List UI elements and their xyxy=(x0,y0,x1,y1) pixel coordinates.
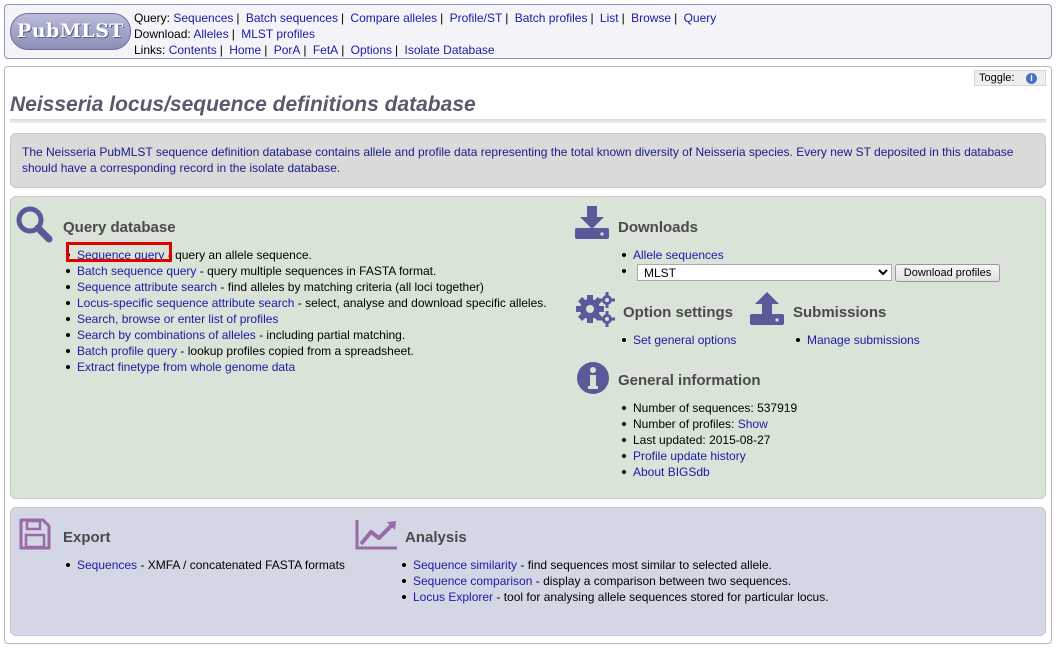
download-icon xyxy=(575,206,609,239)
query-list: Sequence query - query an allele sequenc… xyxy=(64,247,547,375)
sequence-query-highlight-box xyxy=(66,242,172,262)
options-list: Set general options xyxy=(620,332,736,348)
general-info-list: Number of sequences: 537919 Number of pr… xyxy=(620,400,797,480)
general-information-heading: General information xyxy=(618,372,761,389)
show-profiles-link[interactable]: Show xyxy=(738,417,768,431)
top-navigation-header: PubMLST Query: Sequences | Batch sequence… xyxy=(4,4,1052,59)
nav-link-profile-st[interactable]: Profile/ST xyxy=(450,11,503,25)
allele-sequences-link[interactable]: Allele sequences xyxy=(633,248,724,262)
list-item: Locus-specific sequence attribute search… xyxy=(64,295,547,311)
list-item: Last updated: 2015-08-27 xyxy=(620,432,797,448)
manage-submissions-link[interactable]: Manage submissions xyxy=(807,333,920,347)
list-item: Extract finetype from whole genome data xyxy=(64,359,547,375)
download-profiles-button[interactable]: Download profiles xyxy=(895,264,1000,282)
list-item: Batch profile query - lookup profiles co… xyxy=(64,343,547,359)
nav-link-batch-sequences[interactable]: Batch sequences xyxy=(246,11,338,25)
list-item: Sequence similarity - find sequences mos… xyxy=(400,557,829,573)
main-content: Toggle: i Neisseria locus/sequence defin… xyxy=(4,66,1052,644)
list-item: Search by combinations of alleles - incl… xyxy=(64,327,547,343)
nav-link-list[interactable]: List xyxy=(600,11,619,25)
list-item: Allele sequences xyxy=(620,247,724,263)
links-nav-line: Links: Contents | Home | PorA | FetA | Optio… xyxy=(134,43,495,57)
gears-icon xyxy=(576,292,615,327)
list-item: Manage submissions xyxy=(794,332,920,348)
list-item: Batch sequence query - query multiple se… xyxy=(64,263,547,279)
profile-update-history-link[interactable]: Profile update history xyxy=(633,449,746,463)
title-divider xyxy=(10,119,1046,123)
query-nav-line: Query: Sequences | Batch sequences | Compa… xyxy=(134,11,717,25)
num-sequences-value: 537919 xyxy=(757,401,798,415)
last-updated-value: 2015-08-27 xyxy=(709,433,771,447)
nav-link-batch-profiles[interactable]: Batch profiles xyxy=(515,11,588,25)
nav-link-home[interactable]: Home xyxy=(229,43,261,57)
nav-link-isolate-database[interactable]: Isolate Database xyxy=(404,43,494,57)
info-circle-icon xyxy=(577,362,609,394)
nav-link-feta[interactable]: FetA xyxy=(313,43,338,57)
locus-explorer-link[interactable]: Locus Explorer xyxy=(413,590,493,604)
query-database-heading: Query database xyxy=(63,219,176,236)
nav-link-pora[interactable]: PorA xyxy=(274,43,301,57)
search-icon xyxy=(16,206,53,243)
nav-link-query[interactable]: Query xyxy=(684,11,717,25)
list-item: Sequence comparison - display a comparis… xyxy=(400,573,829,589)
locus-specific-search-link[interactable]: Locus-specific sequence attribute search xyxy=(77,296,294,310)
toggle-help-button[interactable]: Toggle: i xyxy=(974,70,1046,86)
list-item: Sequence attribute search - find alleles… xyxy=(64,279,547,295)
batch-profile-query-link[interactable]: Batch profile query xyxy=(77,344,177,358)
export-heading: Export xyxy=(63,529,111,546)
export-sequences-link[interactable]: Sequences xyxy=(77,558,137,572)
analysis-list: Sequence similarity - find sequences mos… xyxy=(400,557,829,605)
nav-link-options[interactable]: Options xyxy=(351,43,392,57)
nav-link-compare-alleles[interactable]: Compare alleles xyxy=(350,11,437,25)
list-item: Number of profiles: Show xyxy=(620,416,797,432)
export-analysis-panel: Export Sequences - XMFA / concatenated F… xyxy=(10,507,1046,636)
info-icon: i xyxy=(1026,73,1037,84)
list-item: About BIGSdb xyxy=(620,464,797,480)
profiles-search-link[interactable]: Search, browse or enter list of profiles xyxy=(77,312,278,326)
about-bigsdb-link[interactable]: About BIGSdb xyxy=(633,465,710,479)
intro-panel: The Neisseria PubMLST sequence definitio… xyxy=(10,133,1046,188)
list-item: Search, browse or enter list of profiles xyxy=(64,311,547,327)
submissions-list: Manage submissions xyxy=(794,332,920,348)
intro-text: The Neisseria PubMLST sequence definitio… xyxy=(22,145,1014,175)
list-item: Locus Explorer - tool for analysing alle… xyxy=(400,589,829,605)
export-list: Sequences - XMFA / concatenated FASTA fo… xyxy=(64,557,345,573)
allele-combinations-link[interactable]: Search by combinations of alleles xyxy=(77,328,256,342)
list-item: Number of sequences: 537919 xyxy=(620,400,797,416)
nav-link-browse[interactable]: Browse xyxy=(631,11,671,25)
pubmlst-logo[interactable]: PubMLST xyxy=(10,13,131,50)
list-item: Sequences - XMFA / concatenated FASTA fo… xyxy=(64,557,345,573)
nav-link-contents[interactable]: Contents xyxy=(169,43,217,57)
save-icon xyxy=(19,518,51,550)
analysis-heading: Analysis xyxy=(405,529,467,546)
list-item: Profile update history xyxy=(620,448,797,464)
list-item: Set general options xyxy=(620,332,736,348)
query-panel: Query database Sequence query - query an… xyxy=(10,196,1046,499)
extract-finetype-link[interactable]: Extract finetype from whole genome data xyxy=(77,360,295,374)
nav-link-sequences[interactable]: Sequences xyxy=(173,11,233,25)
submissions-heading: Submissions xyxy=(793,304,887,321)
sequence-similarity-link[interactable]: Sequence similarity xyxy=(413,558,517,572)
nav-link-alleles[interactable]: Alleles xyxy=(193,27,228,41)
set-general-options-link[interactable]: Set general options xyxy=(633,333,736,347)
page-title: Neisseria locus/sequence definitions dat… xyxy=(10,93,476,116)
downloads-heading: Downloads xyxy=(618,219,699,236)
sequence-attribute-search-link[interactable]: Sequence attribute search xyxy=(77,280,217,294)
download-nav-line: Download: Alleles | MLST profiles xyxy=(134,27,316,41)
line-chart-icon xyxy=(355,520,397,550)
scheme-select[interactable]: MLST xyxy=(637,264,892,281)
option-settings-heading: Option settings xyxy=(623,304,733,321)
batch-sequence-query-link[interactable]: Batch sequence query xyxy=(77,264,196,278)
upload-icon xyxy=(750,292,784,325)
nav-link-mlst-profiles[interactable]: MLST profiles xyxy=(241,27,315,41)
sequence-comparison-link[interactable]: Sequence comparison xyxy=(413,574,532,588)
